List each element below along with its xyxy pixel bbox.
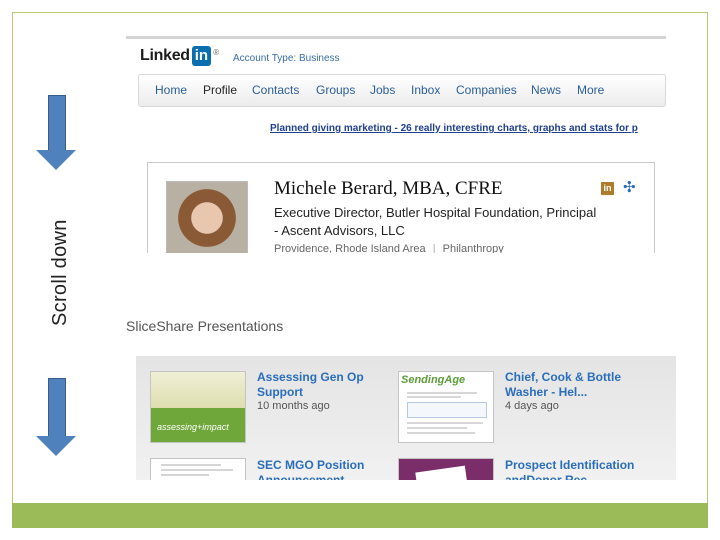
nav-home[interactable]: Home — [155, 83, 187, 97]
profile-card: Michele Berard, MBA, CFRE Executive Dire… — [147, 162, 655, 253]
profile-headline: Executive Director, Butler Hospital Foun… — [274, 205, 597, 238]
nav-inbox[interactable]: Inbox — [411, 83, 440, 97]
top-border — [126, 36, 666, 39]
nav-groups[interactable]: Groups — [316, 83, 355, 97]
footer-accent-bar — [12, 503, 708, 528]
presentation-thumbnail[interactable] — [150, 458, 246, 480]
profile-location-line: Providence, Rhode Island Area | Philanth… — [274, 243, 504, 253]
presentation-title[interactable]: SEC MGO Position Announcement — [257, 458, 407, 480]
nav-profile[interactable]: Profile — [203, 83, 237, 97]
linkedin-in-icon: in — [191, 46, 212, 66]
slideshare-presentations-list: assessing+impact Assessing Gen Op Suppor… — [136, 356, 676, 480]
presentation-thumbnail[interactable]: assessing+impact — [150, 371, 246, 443]
linkedin-profile-screenshot: Linked in ® Account Type: Business Home … — [126, 36, 666, 253]
slideshare-section-title: SliceShare Presentations — [126, 318, 284, 334]
arrow-down-icon — [36, 378, 76, 456]
linkedin-logo[interactable]: Linked in ® — [140, 45, 219, 67]
linkedin-badge-icon[interactable]: in — [601, 182, 614, 195]
presentation-thumbnail[interactable] — [398, 458, 494, 480]
presentation-title[interactable]: Assessing Gen Op Support — [257, 370, 407, 400]
nav-companies[interactable]: Companies — [456, 83, 517, 97]
main-nav: Home Profile Contacts Groups Jobs Inbox … — [138, 74, 666, 107]
profile-name: Michele Berard, MBA, CFRE — [274, 178, 503, 199]
scroll-down-label: Scroll down — [49, 219, 71, 326]
separator: | — [432, 243, 436, 253]
sponsored-link[interactable]: Planned giving marketing - 26 really int… — [270, 123, 666, 134]
share-icon[interactable]: ✣ — [623, 180, 636, 195]
nav-jobs[interactable]: Jobs — [370, 83, 395, 97]
presentation-age: 10 months ago — [257, 400, 330, 412]
account-type: Account Type: Business — [233, 53, 340, 64]
profile-location: Providence, Rhode Island Area — [274, 243, 426, 253]
nav-news[interactable]: News — [531, 83, 561, 97]
nav-contacts[interactable]: Contacts — [252, 83, 299, 97]
presentation-age: 4 days ago — [505, 400, 559, 412]
profile-photo[interactable] — [166, 181, 248, 253]
presentation-thumbnail[interactable]: SendingAge — [398, 371, 494, 443]
presentation-title[interactable]: Prospect Identification andDonor Rec... — [505, 458, 655, 480]
profile-industry: Philanthropy — [442, 243, 504, 253]
presentation-title[interactable]: Chief, Cook & Bottle Washer - Hel... — [505, 370, 655, 400]
arrow-down-icon — [36, 95, 76, 170]
nav-more[interactable]: More — [577, 83, 604, 97]
